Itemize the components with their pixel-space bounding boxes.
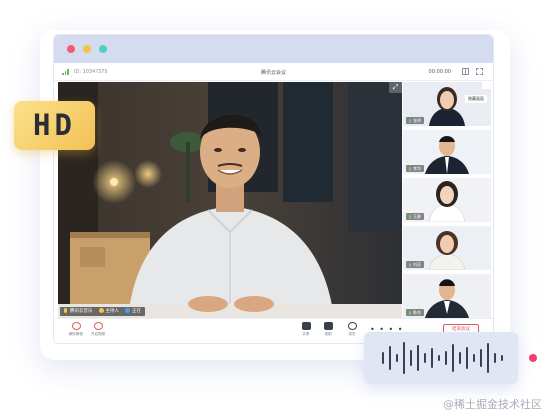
- participant-tile[interactable]: 刘芳: [403, 226, 491, 270]
- mic-icon: [409, 215, 411, 219]
- meeting-timer: 00:00:00: [428, 69, 451, 75]
- window-titlebar: [54, 35, 493, 63]
- members-button[interactable]: 成员: [338, 322, 366, 337]
- mic-icon: [409, 167, 411, 171]
- record-icon: [323, 322, 333, 330]
- participant-label: 张明: [406, 117, 424, 124]
- decorative-dot: [529, 354, 537, 362]
- host-badge: 主持人: [105, 309, 120, 314]
- hd-badge: HD: [14, 101, 95, 150]
- layout-grid-icon[interactable]: [462, 68, 469, 75]
- watermark: @稀土掘金技术社区: [443, 398, 542, 411]
- status-badge: 正在: [132, 309, 141, 314]
- mute-label: 解除静音: [69, 332, 83, 336]
- meeting-topbar: ID: 1034?375 腾讯云会议 00:00:00: [54, 63, 493, 81]
- sidebar-collapse-button[interactable]: [482, 82, 491, 89]
- close-window-button[interactable]: [67, 45, 75, 53]
- participant-tile[interactable]: 王静: [403, 178, 491, 222]
- speaker-name: 腾讯云音乐: [70, 309, 93, 314]
- participant-label: 李华: [406, 165, 424, 172]
- host-icon: [98, 308, 104, 313]
- share-screen-icon: [301, 322, 311, 330]
- participant-name: 李华: [413, 166, 421, 171]
- video-button[interactable]: 开启视频: [84, 322, 112, 337]
- expand-icon[interactable]: ⤢: [389, 82, 402, 93]
- maximize-window-button[interactable]: [99, 45, 107, 53]
- main-speaker-image: [58, 82, 402, 318]
- hide-video-button[interactable]: 隐藏画面: [465, 95, 487, 103]
- meeting-title: 腾讯云会议: [260, 70, 286, 76]
- mic-icon: [64, 308, 67, 313]
- mic-icon: [409, 263, 411, 267]
- speaker-name-bar: 腾讯云音乐 主持人 正在: [60, 307, 145, 316]
- participant-name: 刘芳: [413, 262, 421, 267]
- participant-label: 刘芳: [406, 261, 424, 268]
- record-label: 录制: [324, 332, 332, 336]
- mic-icon: [409, 119, 411, 123]
- mic-icon: [409, 311, 411, 315]
- fullscreen-icon[interactable]: [476, 68, 483, 75]
- main-video[interactable]: [58, 82, 402, 318]
- meeting-window: ID: 1034?375 腾讯云会议 00:00:00 ⤢ 腾讯云音乐 主持人 …: [53, 34, 494, 344]
- participant-label: 陈杰: [406, 309, 424, 316]
- voice-waveform-card: [364, 332, 518, 384]
- participant-name: 陈杰: [413, 310, 421, 315]
- share-label: 共享: [302, 332, 310, 336]
- stage: ID: 1034?375 腾讯云会议 00:00:00 ⤢ 腾讯云音乐 主持人 …: [0, 0, 552, 420]
- members-label: 成员: [348, 332, 356, 336]
- waveform-icon: [380, 342, 504, 374]
- minimize-window-button[interactable]: [83, 45, 91, 53]
- participant-tile[interactable]: 陈杰: [403, 274, 491, 318]
- participant-name: 王静: [413, 214, 421, 219]
- status-icon: [125, 308, 130, 313]
- participant-sidebar: 隐藏画面 张明 李华 王静 刘芳 陈杰: [403, 82, 491, 318]
- video-label: 开启视频: [91, 332, 105, 336]
- participant-tile[interactable]: 隐藏画面 张明: [403, 82, 491, 126]
- members-icon: [347, 322, 357, 330]
- participant-label: 王静: [406, 213, 424, 220]
- mic-off-icon: [71, 322, 81, 330]
- participant-tile[interactable]: 李华: [403, 130, 491, 174]
- participant-name: 张明: [413, 118, 421, 123]
- camera-off-icon: [93, 322, 103, 330]
